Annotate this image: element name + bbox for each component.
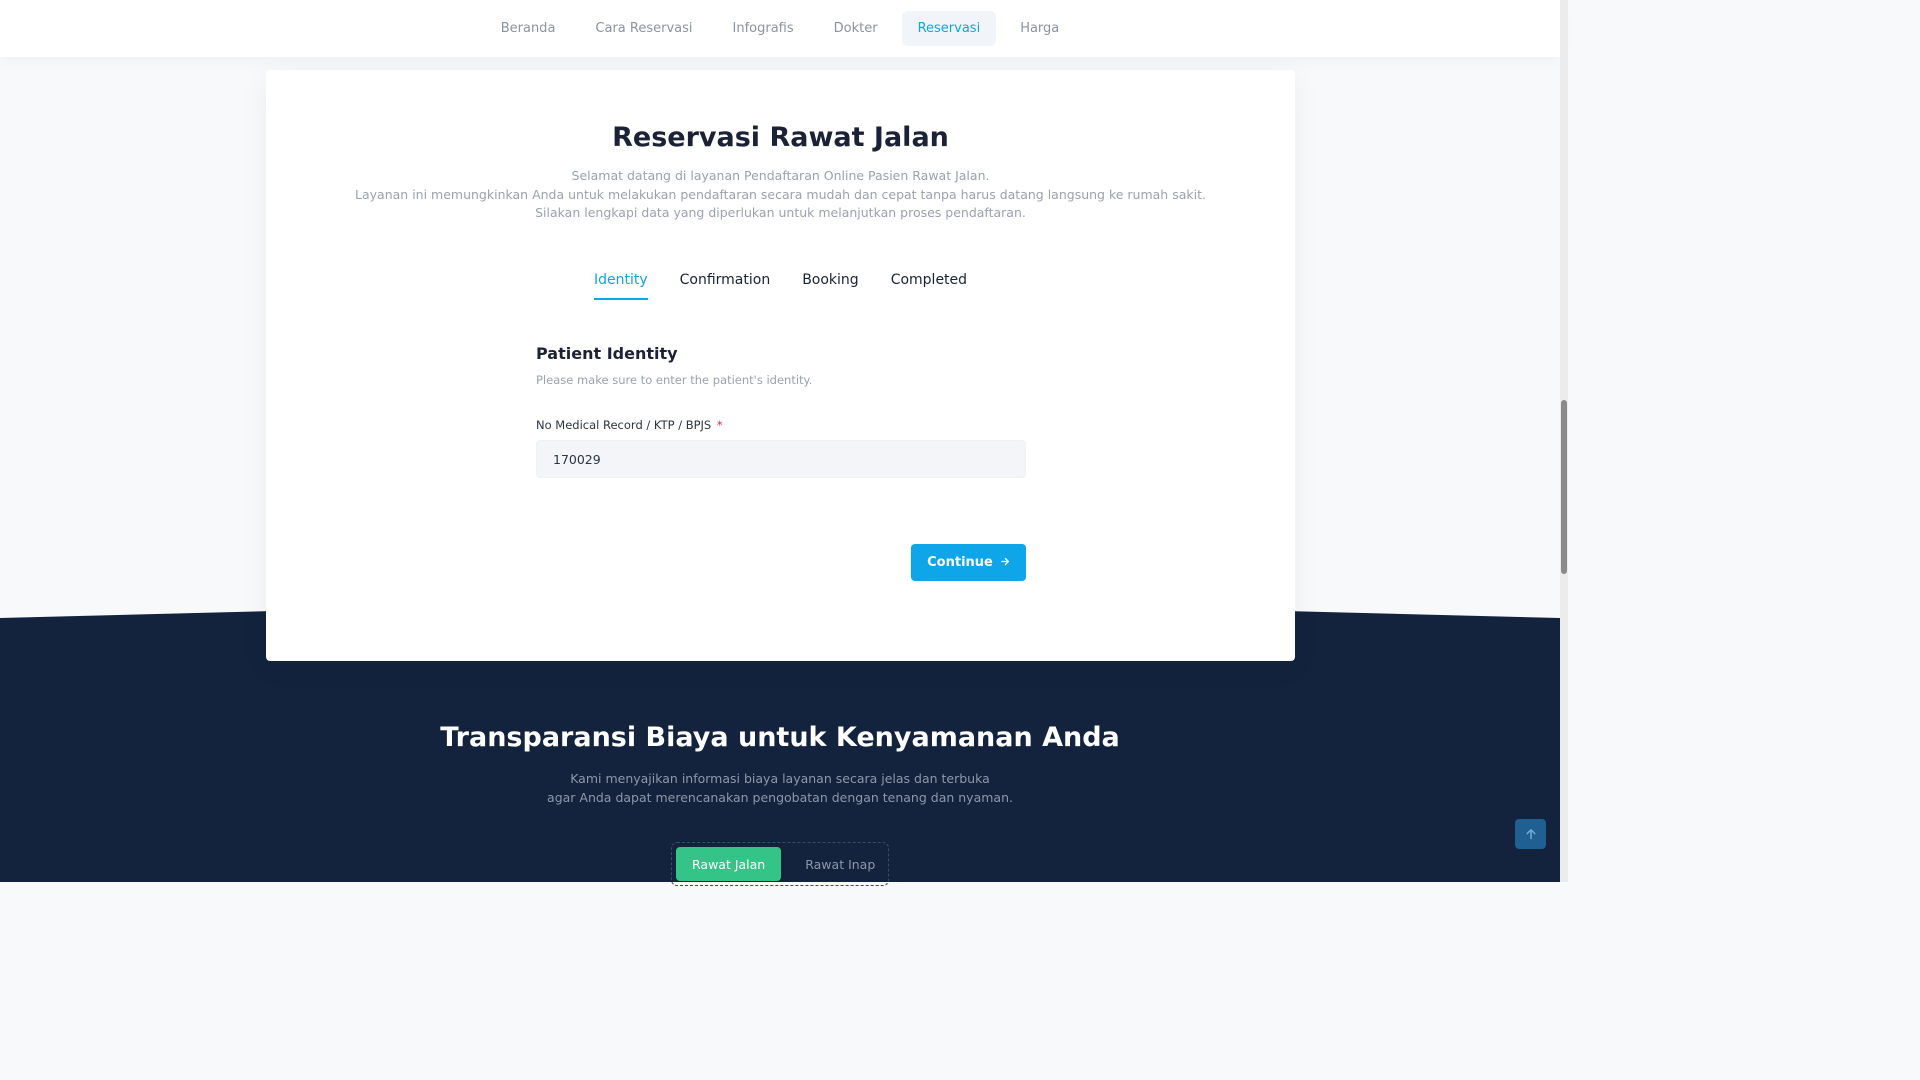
page-scrollbar[interactable] xyxy=(1560,0,1568,882)
nav-item-beranda[interactable]: Beranda xyxy=(485,11,572,46)
pricing-description: Kami menyajikan informasi biaya layanan … xyxy=(0,769,1560,807)
continue-button[interactable]: Continue xyxy=(911,544,1026,581)
medical-record-label-text: No Medical Record / KTP / BPJS xyxy=(536,418,712,432)
nav-item-dokter[interactable]: Dokter xyxy=(818,11,894,46)
page-title: Reservasi Rawat Jalan xyxy=(612,122,949,153)
nav-item-infografis[interactable]: Infografis xyxy=(717,11,810,46)
scrollbar-thumb[interactable] xyxy=(1561,400,1567,574)
top-navigation: Beranda Cara Reservasi Infografis Dokter… xyxy=(0,0,1560,57)
pricing-description-line-1: Kami menyajikan informasi biaya layanan … xyxy=(570,771,990,786)
medical-record-label: No Medical Record / KTP / BPJS * xyxy=(536,418,723,432)
tab-rawat-jalan[interactable]: Rawat Jalan xyxy=(676,847,782,881)
required-mark: * xyxy=(716,418,723,432)
pricing-title: Transparansi Biaya untuk Kenyamanan Anda xyxy=(440,722,1120,753)
description-line-1: Selamat datang di layanan Pendaftaran On… xyxy=(571,168,990,183)
pricing-tab-toggle: Rawat Jalan Rawat Inap xyxy=(671,842,889,886)
pricing-description-line-2: agar Anda dapat merencanakan pengobatan … xyxy=(547,790,1013,805)
form-subtitle: Please make sure to enter the patient's … xyxy=(536,373,813,387)
back-to-top-button[interactable] xyxy=(1515,819,1546,849)
step-tabs: Identity Confirmation Booking Completed xyxy=(266,270,1295,300)
arrow-right-icon xyxy=(1001,556,1010,569)
form-header: Patient Identity Please make sure to ent… xyxy=(536,344,812,387)
step-identity[interactable]: Identity xyxy=(593,270,648,300)
step-booking[interactable]: Booking xyxy=(802,270,859,300)
page-description: Selamat datang di layanan Pendaftaran On… xyxy=(266,167,1295,223)
nav-item-cara-reservasi[interactable]: Cara Reservasi xyxy=(579,11,708,46)
tab-rawat-inap[interactable]: Rawat Inap xyxy=(789,847,891,881)
arrow-up-icon xyxy=(1525,825,1537,844)
reservation-card: Reservasi Rawat Jalan Selamat datang di … xyxy=(266,70,1295,661)
continue-button-label: Continue xyxy=(927,555,993,570)
form-title: Patient Identity xyxy=(536,344,678,363)
description-line-2: Layanan ini memungkinkan Anda untuk mela… xyxy=(355,186,1206,202)
step-completed[interactable]: Completed xyxy=(891,270,967,300)
description-line-3: Silakan lengkapi data yang diperlukan un… xyxy=(535,205,1026,220)
step-confirmation[interactable]: Confirmation xyxy=(680,270,771,300)
nav-item-reservasi[interactable]: Reservasi xyxy=(901,11,997,46)
nav-item-harga[interactable]: Harga xyxy=(1004,11,1075,46)
medical-record-input[interactable] xyxy=(536,440,1026,478)
